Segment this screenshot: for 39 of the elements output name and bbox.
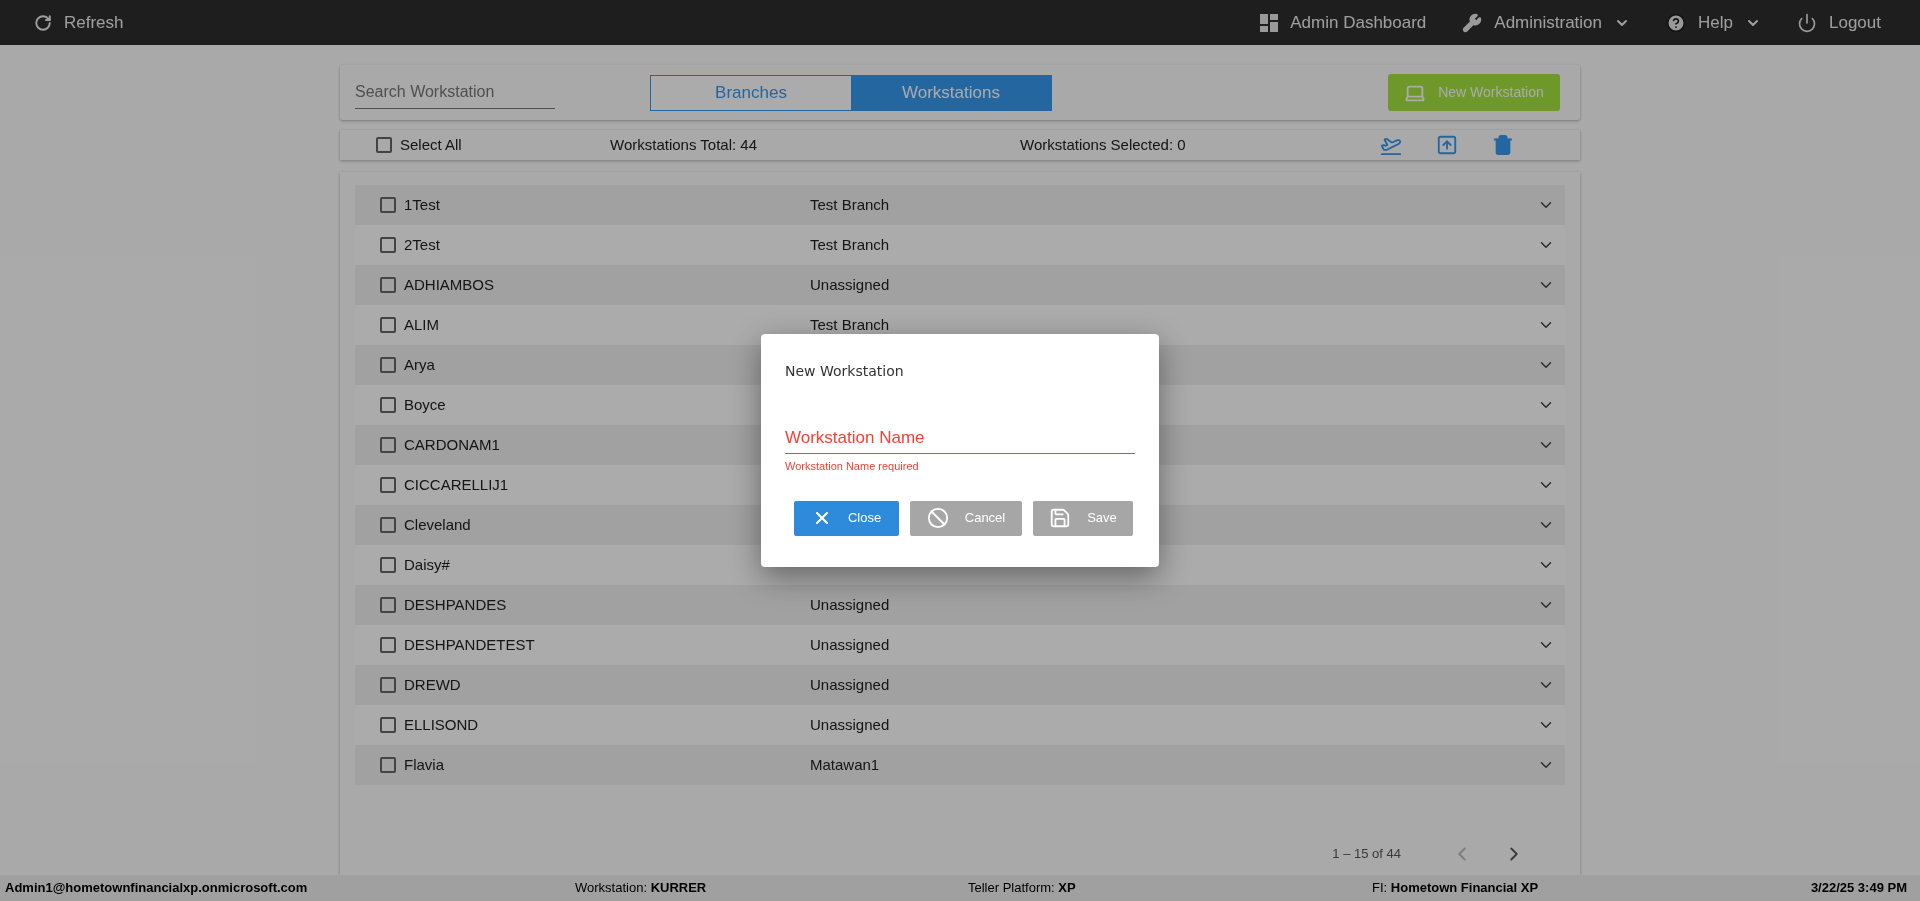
select-all-label: Select All	[400, 134, 462, 155]
menu-label: Help	[1698, 11, 1733, 34]
workstation-name: 2Test	[404, 235, 440, 253]
branch-name: Unassigned	[810, 594, 890, 615]
status-item: Workstation: KURRER	[575, 879, 708, 898]
status-item: FI: Hometown Financial XP	[1372, 879, 1539, 898]
status-item: Teller Platform: XP	[968, 879, 1077, 898]
branch-name: Unassigned	[810, 634, 890, 655]
page-range: 1 – 15 of 44	[1332, 845, 1401, 864]
branch-name: Unassigned	[810, 674, 890, 695]
branch-name: Test Branch	[810, 194, 890, 215]
dialog-title: New Workstation	[785, 362, 905, 381]
branch-name: Unassigned	[810, 274, 890, 295]
workstation-name: CARDONAM1	[404, 435, 500, 453]
workstation-name: ALIM	[404, 315, 439, 333]
total-count: Workstations Total: 44	[610, 134, 759, 155]
workstation-name: Flavia	[404, 755, 444, 773]
branch-name: Test Branch	[810, 314, 890, 335]
workstation-name: 1Test	[404, 195, 440, 213]
workstation-name: Boyce	[404, 395, 446, 413]
menu-label: Logout	[1829, 11, 1881, 34]
error-message: Workstation Name required	[785, 459, 920, 474]
workstation-name: ADHIAMBOS	[404, 275, 494, 293]
selected-count: Workstations Selected: 0	[1020, 134, 1186, 155]
workstation-name: ELLISOND	[404, 715, 479, 733]
workstation-name: DESHPANDETEST	[404, 635, 535, 653]
branch-name: Test Branch	[810, 234, 890, 255]
menu-label: Administration	[1494, 11, 1603, 34]
branch-name: Unassigned	[810, 714, 890, 735]
menu-label: Admin Dashboard	[1290, 11, 1427, 34]
workstation-name: DREWD	[404, 675, 461, 693]
branch-name: Matawan1	[810, 754, 880, 775]
user-email: Admin1@hometownfinancialxp.onmicrosoft.com	[5, 879, 309, 898]
workstation-name: Daisy#	[404, 555, 450, 573]
workstation-name: DESHPANDES	[404, 595, 507, 613]
workstation-name: CICCARELLIJ1	[404, 475, 509, 493]
workstation-name: Cleveland	[404, 515, 471, 533]
date-time: 3/22/25 3:49 PM	[1810, 879, 1908, 898]
workstation-name: Arya	[404, 355, 435, 373]
